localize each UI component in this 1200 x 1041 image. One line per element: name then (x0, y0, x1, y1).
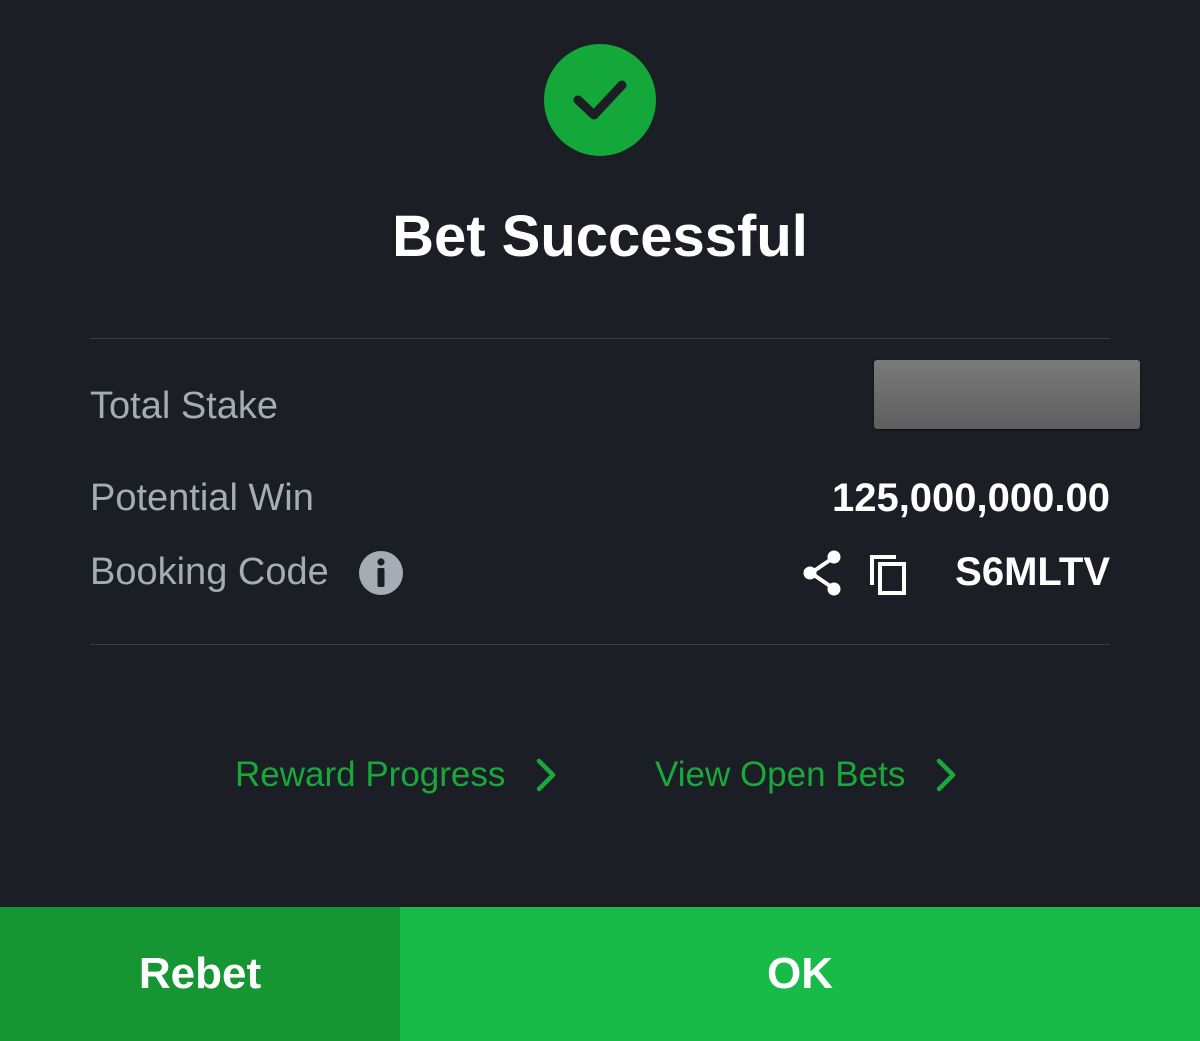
reward-progress-label: Reward Progress (235, 755, 506, 794)
page-title: Bet Successful (392, 204, 808, 269)
total-stake-redacted-value (874, 360, 1140, 429)
potential-win-label: Potential Win (90, 477, 314, 519)
checkmark-circle-icon (544, 44, 656, 156)
share-icon[interactable] (800, 549, 846, 597)
view-open-bets-label: View Open Bets (655, 755, 906, 794)
rebet-button[interactable]: Rebet (0, 907, 400, 1041)
info-icon[interactable] (358, 550, 404, 596)
divider-bottom (90, 644, 1110, 645)
chevron-right-icon (537, 758, 556, 792)
copy-icon[interactable] (866, 549, 912, 597)
divider-top (90, 338, 1110, 339)
ok-button[interactable]: OK (400, 907, 1200, 1041)
chevron-right-icon (937, 758, 956, 792)
potential-win-value: 125,000,000.00 (831, 476, 1110, 520)
booking-code-label: Booking Code (90, 551, 329, 593)
total-stake-label: Total Stake (90, 385, 278, 427)
view-open-bets-link[interactable]: View Open Bets (655, 752, 959, 798)
reward-progress-link[interactable]: Reward Progress (235, 752, 559, 798)
booking-code-value[interactable]: S6MLTV (955, 550, 1110, 594)
